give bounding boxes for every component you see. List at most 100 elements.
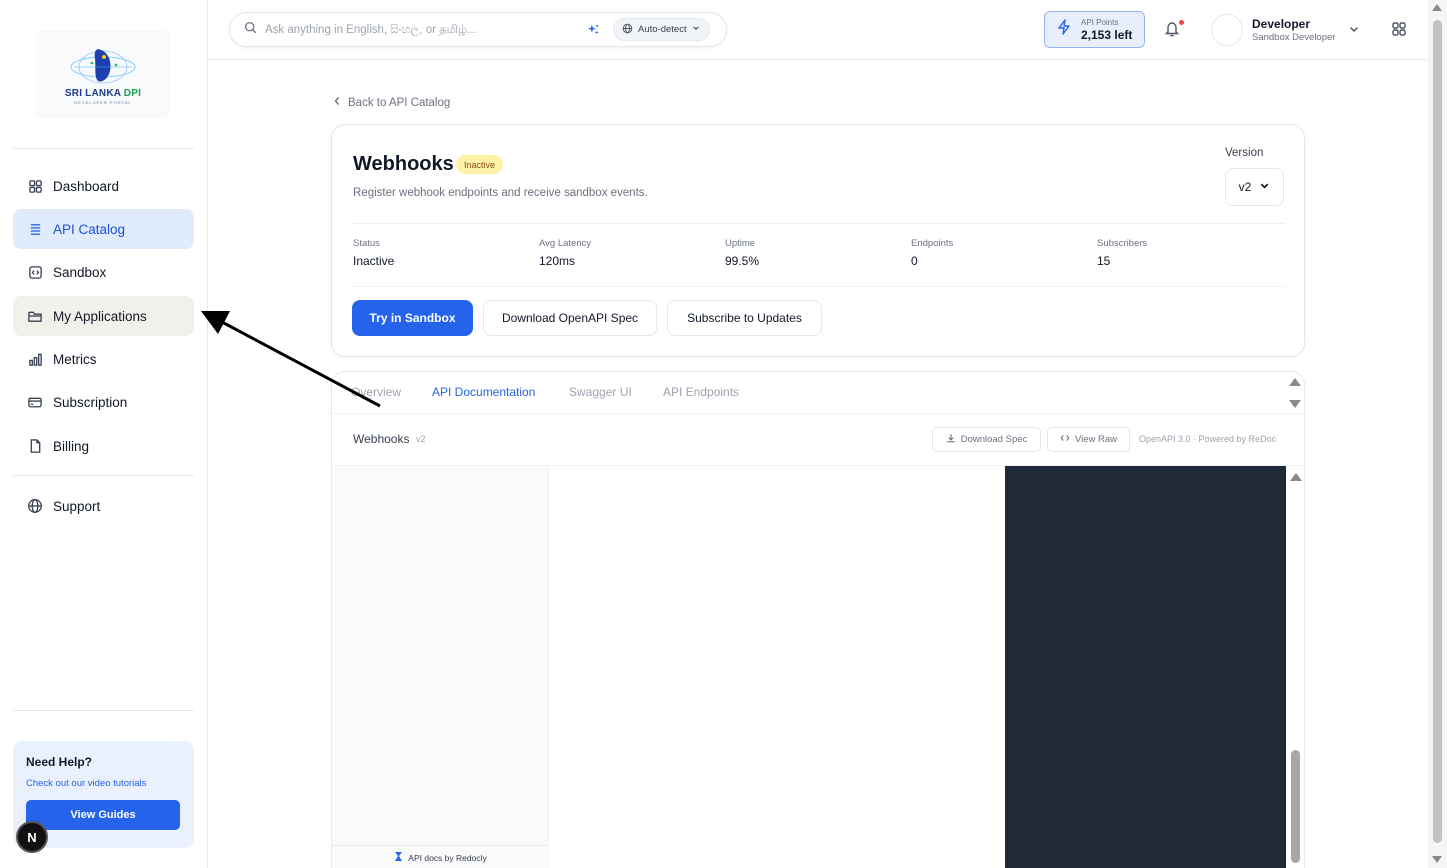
sidebar-item-label: Billing xyxy=(53,438,90,454)
api-description: Register webhook endpoints and receive s… xyxy=(353,187,648,199)
try-in-sandbox-button[interactable]: Try in Sandbox xyxy=(352,300,473,336)
docs-scrollbar[interactable] xyxy=(1286,466,1304,868)
scroll-up-arrow-icon[interactable] xyxy=(1432,4,1442,11)
sidebar-item-label: Support xyxy=(53,498,101,514)
tab-api-endpoints[interactable]: API Endpoints xyxy=(663,385,739,399)
sidebar-item-support[interactable]: Support xyxy=(13,486,194,526)
sidebar-item-label: Subscription xyxy=(53,394,128,410)
stat-value: 99.5% xyxy=(725,254,760,268)
folder-icon xyxy=(27,308,43,324)
grid-icon xyxy=(27,178,43,194)
status-badge: Inactive xyxy=(456,155,504,174)
api-overview-card: Webhooks Inactive Register webhook endpo… xyxy=(331,124,1305,357)
tab-swagger-ui[interactable]: Swagger UI xyxy=(569,385,632,399)
docs-tabs: Overview API Documentation Swagger UI AP… xyxy=(332,372,1304,414)
tabs-scroll-up-icon[interactable] xyxy=(1289,378,1301,386)
docs-panel: Overview API Documentation Swagger UI AP… xyxy=(331,371,1305,868)
sidebar-divider xyxy=(13,475,194,476)
tab-api-documentation[interactable]: API Documentation xyxy=(432,385,535,399)
sidebar-item-label: Dashboard xyxy=(53,178,120,194)
view-raw-button[interactable]: View Raw xyxy=(1047,427,1130,452)
stat-status: Status Inactive xyxy=(353,238,394,268)
view-guides-button[interactable]: View Guides xyxy=(26,800,180,830)
api-points-widget[interactable]: API Points 2,153 left xyxy=(1044,11,1145,48)
logo-text: SRI LANKA DPI xyxy=(64,88,142,99)
stat-avg-latency: Avg Latency 120ms xyxy=(539,238,591,268)
sidebar-divider xyxy=(13,710,194,711)
stat-label: Uptime xyxy=(725,238,756,249)
sidebar-item-sandbox[interactable]: Sandbox xyxy=(13,252,194,292)
stat-label: Avg Latency xyxy=(539,238,592,249)
credit-card-icon xyxy=(27,394,43,410)
search-bar[interactable]: Auto-detect xyxy=(229,12,727,47)
search-input[interactable] xyxy=(265,23,575,36)
sidebar-item-billing[interactable]: Billing xyxy=(13,426,194,466)
redocly-footer-label: API docs by Redocly xyxy=(408,852,487,863)
language-selector[interactable]: Auto-detect xyxy=(613,18,710,41)
help-title: Need Help? xyxy=(26,755,93,769)
ai-sparkle-icon[interactable] xyxy=(587,23,600,41)
page-scrollbar[interactable] xyxy=(1428,0,1447,868)
sidebar-item-api-catalog[interactable]: API Catalog xyxy=(13,209,194,249)
scroll-down-arrow-icon[interactable] xyxy=(1432,856,1442,863)
docs-api-name: Webhooks xyxy=(353,432,410,446)
stat-uptime: Uptime 99.5% xyxy=(725,238,759,268)
user-role: Sandbox Developer xyxy=(1252,32,1336,43)
sidebar-item-label: My Applications xyxy=(53,308,147,324)
stat-value: Inactive xyxy=(353,254,395,268)
list-icon xyxy=(27,221,43,237)
scrollbar-thumb[interactable] xyxy=(1433,20,1442,843)
next-dev-badge[interactable]: N xyxy=(16,821,48,853)
top-header: Auto-detect API Points 2,153 left Develo… xyxy=(209,0,1427,60)
redoc-code-panel xyxy=(1005,466,1286,868)
stat-label: Status xyxy=(353,238,380,249)
user-name[interactable]: Developer xyxy=(1252,17,1310,31)
version-select[interactable]: v2 xyxy=(1225,168,1284,206)
card-divider xyxy=(353,286,1285,287)
stat-value: 120ms xyxy=(539,254,576,268)
sidebar-item-label: API Catalog xyxy=(53,221,126,237)
api-title: Webhooks xyxy=(353,153,454,175)
logo-globe-icon xyxy=(70,49,136,84)
apps-grid-icon[interactable] xyxy=(1391,21,1407,42)
sri-lanka-dpi-logo[interactable]: SRI LANKA DPI DEVELOPER PORTAL xyxy=(36,30,170,118)
back-to-catalog-link[interactable]: Back to API Catalog xyxy=(333,96,450,109)
stat-label: Endpoints xyxy=(911,238,954,249)
stat-subscribers: Subscribers 15 xyxy=(1097,238,1147,268)
scrollbar-thumb[interactable] xyxy=(1291,750,1300,863)
docs-api-version: v2 xyxy=(416,434,426,444)
tab-overview[interactable]: Overview xyxy=(351,385,401,399)
file-icon xyxy=(27,438,43,454)
help-subtitle-link[interactable]: Check out our video tutorials xyxy=(26,778,181,789)
redocly-footer-link[interactable]: API docs by Redocly xyxy=(332,845,549,868)
stat-endpoints: Endpoints 0 xyxy=(911,238,953,268)
globe-icon xyxy=(27,498,43,514)
powered-by-text: OpenAPI 3.0 · Powered by ReDoc xyxy=(1139,434,1277,444)
avatar[interactable] xyxy=(1211,14,1243,46)
stat-label: Subscribers xyxy=(1097,238,1148,249)
sidebar-item-dashboard[interactable]: Dashboard xyxy=(13,166,194,206)
sidebar-item-subscription[interactable]: Subscription xyxy=(13,382,194,422)
sidebar-item-my-applications[interactable]: My Applications xyxy=(13,296,194,336)
card-divider xyxy=(353,223,1285,224)
api-points-value: 2,153 left xyxy=(1081,27,1133,42)
download-openapi-spec-button[interactable]: Download OpenAPI Spec xyxy=(483,300,657,336)
chevron-down-icon[interactable] xyxy=(1348,22,1360,40)
tabs-scroll-down-icon[interactable] xyxy=(1289,400,1301,408)
stat-value: 15 xyxy=(1097,254,1111,268)
api-points-label: API Points xyxy=(1081,17,1119,27)
scroll-up-arrow-icon[interactable] xyxy=(1290,473,1302,481)
docs-toolbar: Webhooks v2 Download Spec View Raw OpenA… xyxy=(332,414,1304,466)
sidebar-item-metrics[interactable]: Metrics xyxy=(13,339,194,379)
bell-icon[interactable] xyxy=(1164,20,1180,42)
version-label: Version xyxy=(1225,147,1264,159)
globe-icon xyxy=(622,23,633,37)
logo-subtitle: DEVELOPER PORTAL xyxy=(74,100,132,105)
view-raw-label: View Raw xyxy=(1074,434,1118,445)
language-label: Auto-detect xyxy=(638,24,687,35)
download-spec-label: Download Spec xyxy=(960,434,1028,445)
download-spec-button[interactable]: Download Spec xyxy=(932,427,1041,452)
version-value: v2 xyxy=(1238,180,1252,194)
subscribe-to-updates-button[interactable]: Subscribe to Updates xyxy=(667,300,822,336)
chevron-left-icon xyxy=(333,96,341,109)
